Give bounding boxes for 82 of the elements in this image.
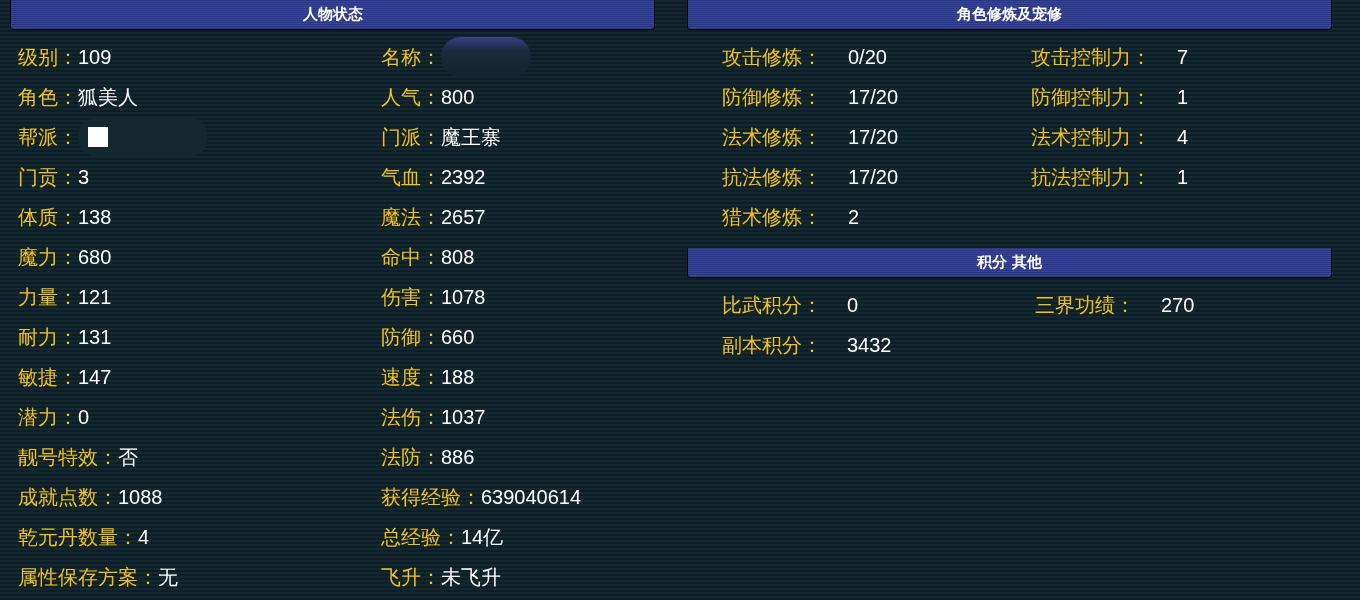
- field-value: 1: [1177, 85, 1190, 110]
- field-label: 命中：: [381, 245, 441, 270]
- field-label: 攻击修炼：: [722, 45, 823, 70]
- field-value: 14亿: [461, 525, 504, 550]
- field-label: 耐力：: [18, 325, 78, 350]
- field-label: 法防：: [381, 445, 441, 470]
- field-label: 帮派：: [18, 125, 78, 150]
- field-label: 成就点数：: [18, 485, 118, 510]
- field-value: 狐美人: [78, 85, 138, 110]
- field-label: 门贡：: [18, 165, 78, 190]
- field-label: 魔力：: [18, 245, 78, 270]
- field-value: 17/20: [848, 165, 900, 190]
- field-label: 总经验：: [381, 525, 461, 550]
- section-header: 积分 其他: [687, 248, 1332, 278]
- field-value: 1088: [118, 485, 163, 510]
- field-value: 否: [118, 445, 138, 470]
- field-value: 886: [441, 445, 475, 470]
- field-label: 抗法控制力：: [1031, 165, 1152, 190]
- field-value: 4: [1177, 125, 1190, 150]
- field-value: 1: [1177, 165, 1190, 190]
- field-label: 猎术修炼：: [722, 205, 823, 230]
- section-header: 人物状态: [10, 0, 655, 30]
- field-value: 147: [78, 365, 112, 390]
- field-label: 副本积分：: [722, 333, 823, 358]
- field-value: 0: [847, 293, 860, 318]
- field-value: 131: [78, 325, 112, 350]
- field-label: 抗法修炼：: [722, 165, 823, 190]
- field-value: 188: [441, 365, 475, 390]
- field-label: 比武积分：: [722, 293, 823, 318]
- field-label: 法伤：: [381, 405, 441, 430]
- field-value: 800: [441, 85, 475, 110]
- field-value: 17/20: [848, 125, 900, 150]
- field-value: 270: [1161, 293, 1196, 318]
- field-value: 7: [1177, 45, 1190, 70]
- field-label: 三界功绩：: [1035, 293, 1136, 318]
- field-label: 法术修炼：: [722, 125, 823, 150]
- field-value: 1037: [441, 405, 486, 430]
- field-value: 121: [78, 285, 112, 310]
- field-label: 力量：: [18, 285, 78, 310]
- field-label: 靓号特效：: [18, 445, 118, 470]
- field-value: 808: [441, 245, 475, 270]
- section-header: 角色修炼及宠修: [687, 0, 1332, 30]
- field-label: 体质：: [18, 205, 78, 230]
- field-value: 2657: [441, 205, 486, 230]
- field-label: 角色：: [18, 85, 78, 110]
- field-value: 0: [78, 405, 90, 430]
- field-value: 未飞升: [441, 565, 501, 590]
- field-label: 门派：: [381, 125, 441, 150]
- field-value: 魔王寨: [441, 125, 501, 150]
- field-value: 0/20: [848, 45, 888, 70]
- field-label: 攻击控制力：: [1031, 45, 1152, 70]
- field-value: 660: [441, 325, 475, 350]
- field-value: 2392: [441, 165, 486, 190]
- field-value: 109: [78, 45, 112, 70]
- field-value: 138: [78, 205, 112, 230]
- field-label: 属性保存方案：: [18, 565, 158, 590]
- field-label: 速度：: [381, 365, 441, 390]
- field-value: 2: [848, 205, 861, 230]
- field-label: 伤害：: [381, 285, 441, 310]
- field-value: 4: [138, 525, 150, 550]
- field-value: 3432: [847, 333, 893, 358]
- field-label: 魔法：: [381, 205, 441, 230]
- field-value: 639040614: [481, 485, 582, 510]
- field-label: 防御修炼：: [722, 85, 823, 110]
- field-label: 敏捷：: [18, 365, 78, 390]
- field-label: 潜力：: [18, 405, 78, 430]
- field-label: 获得经验：: [381, 485, 481, 510]
- field-label: 防御控制力：: [1031, 85, 1152, 110]
- field-value: 3: [78, 165, 90, 190]
- field-label: 法术控制力：: [1031, 125, 1152, 150]
- field-value: 17/20: [848, 85, 900, 110]
- field-label: 飞升：: [381, 565, 441, 590]
- field-label: 级别：: [18, 45, 78, 70]
- field-label: 名称：: [381, 45, 441, 70]
- field-label: 人气：: [381, 85, 441, 110]
- field-label: 气血：: [381, 165, 441, 190]
- field-value: 680: [78, 245, 112, 270]
- square-mark: [88, 127, 108, 147]
- field-label: 防御：: [381, 325, 441, 350]
- field-label: 乾元丹数量：: [18, 525, 138, 550]
- field-value: 无: [158, 565, 178, 590]
- field-value: 1078: [441, 285, 486, 310]
